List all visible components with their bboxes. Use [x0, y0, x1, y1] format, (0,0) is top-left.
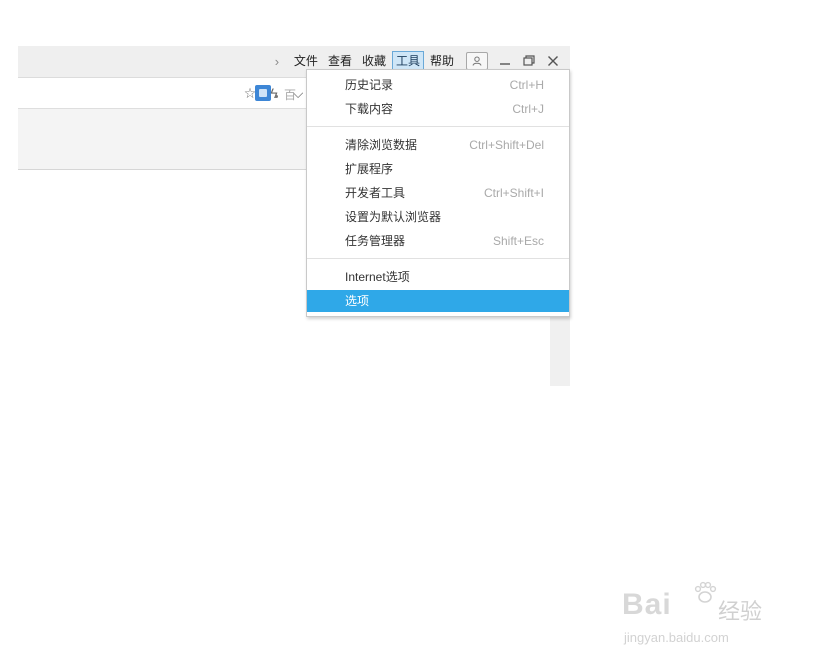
menu-item-task-manager[interactable]: 任务管理器 Shift+Esc — [307, 230, 569, 252]
menu-item-shortcut: Ctrl+Shift+I — [483, 186, 544, 200]
minimize-button[interactable] — [494, 51, 516, 71]
menu-file[interactable]: 文件 — [290, 51, 322, 71]
menu-item-set-default-browser[interactable]: 设置为默认浏览器 — [307, 206, 569, 228]
menu-item-label: Internet选项 — [345, 270, 410, 284]
menu-view[interactable]: 查看 — [324, 51, 356, 71]
menu-item-downloads[interactable]: 下载内容 Ctrl+J — [307, 98, 569, 120]
search-engine-menu-icon[interactable] — [275, 95, 278, 98]
menu-item-clear-browsing-data[interactable]: 清除浏览数据 Ctrl+Shift+Del — [307, 134, 569, 156]
minimize-icon — [500, 63, 510, 65]
restore-icon — [523, 55, 535, 66]
menu-item-shortcut: Ctrl+J — [512, 102, 544, 116]
menu-item-options[interactable]: 选项 — [307, 290, 569, 312]
search-input[interactable]: 百 — [284, 86, 296, 103]
close-button[interactable] — [542, 51, 564, 71]
menu-item-label: 选项 — [345, 294, 370, 308]
close-icon — [548, 56, 558, 66]
menu-separator — [307, 258, 569, 259]
account-button[interactable] — [466, 52, 488, 70]
menu-item-label: 任务管理器 — [345, 234, 406, 248]
watermark-suffix: 经验 — [718, 599, 763, 624]
menu-item-developer-tools[interactable]: 开发者工具 Ctrl+Shift+I — [307, 182, 569, 204]
menu-item-shortcut: Ctrl+H — [509, 78, 544, 92]
menu-item-label: 开发者工具 — [345, 186, 406, 200]
menu-tools[interactable]: 工具 — [391, 51, 424, 71]
menu-help[interactable]: 帮助 — [426, 51, 458, 71]
chevron-right-icon[interactable]: › — [270, 51, 284, 71]
menu-item-shortcut: Shift+Esc — [492, 234, 544, 248]
watermark-logo-text: Bai — [622, 588, 672, 621]
baidu-jingyan-watermark: Bai 经验 jingyan.baidu.com — [622, 580, 782, 650]
address-bar-actions: ☆ ϟ ⌵ — [242, 84, 306, 102]
menu-item-label: 历史记录 — [345, 78, 394, 92]
menu-bar: › 文件 查看 收藏 工具 帮助 — [270, 51, 564, 71]
menu-favorites[interactable]: 收藏 — [358, 51, 390, 71]
menu-item-shortcut: Ctrl+Shift+Del — [469, 138, 544, 152]
menu-item-extensions[interactable]: 扩展程序 — [307, 158, 569, 180]
paw-icon — [694, 581, 717, 603]
tools-dropdown-menu: 历史记录 Ctrl+H 下载内容 Ctrl+J 清除浏览数据 Ctrl+Shif… — [306, 69, 570, 317]
menu-item-internet-options[interactable]: Internet选项 — [307, 266, 569, 288]
menu-item-label: 设置为默认浏览器 — [345, 210, 442, 224]
search-engine-icon[interactable] — [255, 85, 271, 101]
menu-separator — [307, 126, 569, 127]
restore-button[interactable] — [518, 51, 540, 71]
menu-item-label: 扩展程序 — [345, 162, 394, 176]
menu-item-label: 清除浏览数据 — [345, 138, 418, 152]
user-icon — [472, 56, 482, 66]
watermark-url: jingyan.baidu.com — [624, 630, 729, 645]
menu-item-label: 下载内容 — [345, 102, 394, 116]
menu-item-history[interactable]: 历史记录 Ctrl+H — [307, 74, 569, 96]
